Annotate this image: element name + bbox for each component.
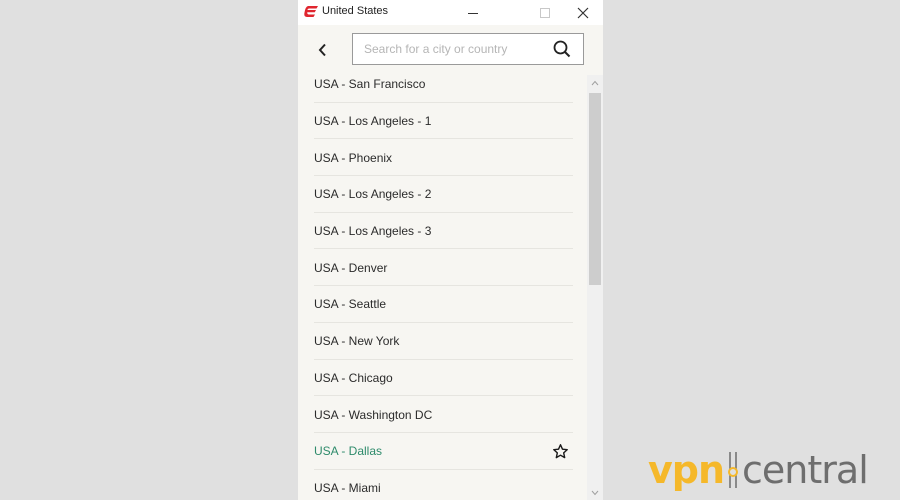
favorite-star-icon[interactable] — [552, 443, 569, 460]
location-label: USA - Los Angeles - 1 — [314, 114, 432, 129]
close-button[interactable] — [563, 0, 603, 25]
maximize-icon — [540, 7, 550, 18]
scroll-up-button[interactable] — [587, 75, 603, 91]
scrollbar[interactable] — [587, 75, 603, 500]
scroll-thumb[interactable] — [589, 93, 601, 285]
location-label: USA - Miami — [314, 480, 381, 495]
location-item[interactable]: USA - San Francisco — [298, 66, 586, 103]
chevron-down-icon — [591, 490, 599, 496]
location-label: USA - Denver — [314, 260, 388, 275]
search-row — [298, 25, 603, 70]
location-item[interactable]: USA - Phoenix — [298, 139, 586, 177]
location-item[interactable]: USA - Seattle — [298, 286, 586, 323]
location-item[interactable]: USA - Los Angeles - 3 — [298, 213, 586, 250]
location-label: USA - New York — [314, 334, 400, 349]
search-box — [352, 33, 584, 65]
chevron-left-icon — [318, 43, 326, 57]
vpncentral-watermark: vpn central — [648, 448, 869, 492]
location-label: USA - Phoenix — [314, 150, 393, 165]
location-item[interactable]: USA - Washington DC — [298, 396, 586, 433]
location-item[interactable]: USA - Los Angeles - 2 — [298, 176, 586, 213]
chevron-up-icon — [591, 80, 599, 86]
location-item[interactable]: USA - Miami — [298, 470, 586, 500]
location-label: USA - San Francisco — [314, 77, 426, 92]
location-item[interactable]: USA - Denver — [298, 249, 586, 287]
location-label: USA - Los Angeles - 3 — [314, 224, 432, 239]
close-icon — [577, 7, 589, 18]
watermark-central-text: central — [742, 448, 869, 492]
search-icon[interactable] — [553, 40, 571, 58]
location-label: USA - Los Angeles - 2 — [314, 187, 432, 202]
minimize-button[interactable] — [453, 0, 493, 25]
location-label: USA - Chicago — [314, 370, 393, 385]
title-bar: United States — [298, 0, 603, 25]
location-item[interactable]: USA - Dallas — [298, 433, 586, 470]
watermark-vpn-text: vpn — [648, 448, 725, 492]
maximize-button[interactable] — [525, 0, 565, 25]
location-list: USA - San Francisco USA - Los Angeles - 1… — [298, 66, 586, 500]
location-item[interactable]: USA - Los Angeles - 1 — [298, 103, 586, 140]
window-title: United States — [322, 5, 389, 17]
watermark-pin-icon — [728, 452, 739, 488]
back-button[interactable] — [312, 39, 334, 61]
location-item[interactable]: USA - Chicago — [298, 360, 586, 397]
location-label: USA - Seattle — [314, 297, 387, 312]
expressvpn-logo-icon — [304, 6, 318, 17]
scroll-down-button[interactable] — [587, 486, 603, 500]
location-item[interactable]: USA - New York — [298, 323, 586, 360]
minimize-icon — [468, 12, 478, 14]
location-label: USA - Washington DC — [314, 407, 433, 422]
search-input[interactable] — [364, 34, 544, 64]
location-label: USA - Dallas — [314, 444, 383, 459]
expressvpn-location-window: United States USA - San Francisco USA - L… — [298, 0, 603, 500]
